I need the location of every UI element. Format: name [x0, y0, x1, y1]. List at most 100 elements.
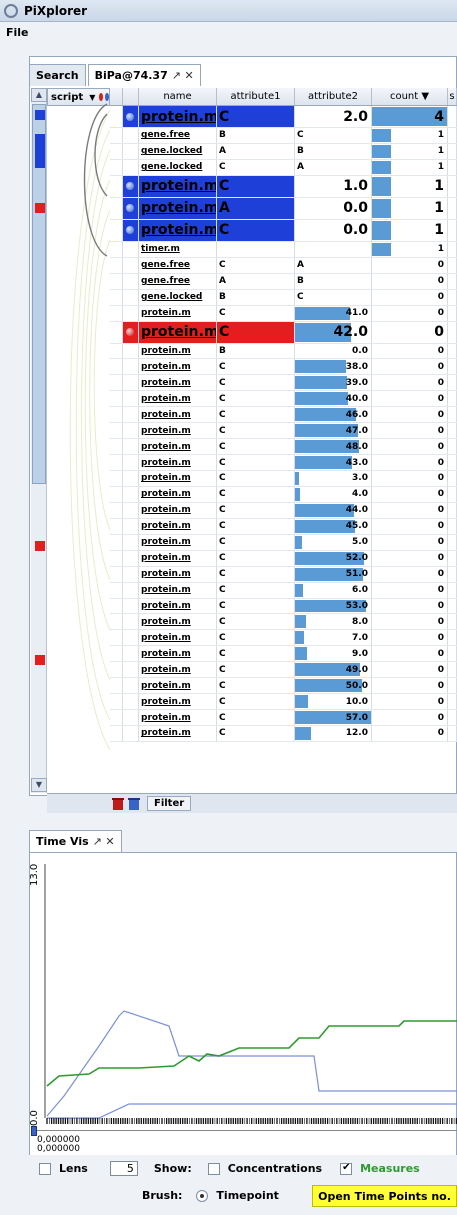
- row-red-select-cell[interactable]: [110, 391, 123, 407]
- table-row[interactable]: protein.m C 9.0 0: [110, 646, 457, 663]
- tab-bipa[interactable]: BiPa@74.37 ↗ ✕: [87, 64, 201, 86]
- table-row[interactable]: protein.m C 50.0 0: [110, 678, 457, 695]
- table-row[interactable]: gene.locked A B 1: [110, 143, 457, 160]
- row-red-select-cell[interactable]: [110, 455, 123, 470]
- table-row[interactable]: protein.m C 52.0 0: [110, 550, 457, 567]
- row-blue-select-cell[interactable]: [123, 391, 139, 407]
- row-red-select-cell[interactable]: [110, 486, 123, 502]
- table-row[interactable]: protein.m C 40.0 0: [110, 391, 457, 408]
- table-row[interactable]: protein.m C 2.0 4: [110, 106, 457, 128]
- filter-button[interactable]: Filter: [147, 796, 192, 811]
- row-blue-select-cell[interactable]: [123, 726, 139, 741]
- table-row[interactable]: protein.m C 44.0 0: [110, 502, 457, 519]
- table-row[interactable]: protein.m C 46.0 0: [110, 407, 457, 424]
- row-blue-select-cell[interactable]: [123, 289, 139, 305]
- table-row[interactable]: gene.free C A 0: [110, 257, 457, 274]
- table-row[interactable]: gene.free B C 1: [110, 128, 457, 144]
- table-row[interactable]: protein.m C 41.0 0: [110, 305, 457, 322]
- table-row[interactable]: protein.m C 1.0 1: [110, 175, 457, 198]
- table-row[interactable]: protein.m C 6.0 0: [110, 582, 457, 599]
- col-attribute2-header[interactable]: attribute2: [295, 88, 372, 105]
- row-red-select-cell[interactable]: [110, 598, 123, 614]
- row-red-select-cell[interactable]: [110, 343, 123, 359]
- table-row[interactable]: gene.locked B C 0: [110, 289, 457, 306]
- row-red-select-cell[interactable]: [110, 614, 123, 630]
- lens-spinner[interactable]: 5: [109, 1161, 138, 1176]
- scroll-down-icon[interactable]: ▼: [31, 778, 47, 792]
- table-row[interactable]: protein.m C 49.0 0: [110, 662, 457, 679]
- time-series-chart[interactable]: 13.0 0.0: [29, 856, 457, 1126]
- table-row[interactable]: gene.locked C A 1: [110, 159, 457, 176]
- row-blue-select-cell[interactable]: [123, 471, 139, 486]
- table-row[interactable]: protein.m C 3.0 0: [110, 471, 457, 487]
- row-red-select-cell[interactable]: [110, 359, 123, 375]
- tab-search[interactable]: Search: [29, 64, 86, 86]
- tab-time-vis[interactable]: Time Vis ↗ ✕: [29, 830, 122, 852]
- table-row[interactable]: protein.m C 12.0 0: [110, 726, 457, 742]
- table-row[interactable]: protein.m B 0.0 0: [110, 343, 457, 360]
- table-row[interactable]: gene.free A B 0: [110, 273, 457, 290]
- row-red-select-cell[interactable]: [110, 582, 123, 598]
- row-red-select-cell[interactable]: [110, 257, 123, 273]
- row-blue-select-cell[interactable]: [123, 128, 139, 143]
- table-row[interactable]: protein.m C 57.0 0: [110, 710, 457, 726]
- col-blue-dot-header[interactable]: [123, 88, 139, 105]
- trash-blue-icon[interactable]: [127, 797, 141, 811]
- row-red-select-cell[interactable]: [110, 630, 123, 646]
- open-time-points-button[interactable]: Open Time Points no.: [312, 1185, 457, 1207]
- row-red-select-cell[interactable]: [110, 710, 123, 725]
- row-red-select-cell[interactable]: [110, 321, 123, 343]
- row-red-select-cell[interactable]: [110, 289, 123, 305]
- row-blue-select-cell[interactable]: [123, 159, 139, 175]
- row-red-select-cell[interactable]: [110, 241, 123, 257]
- table-row[interactable]: protein.m C 38.0 0: [110, 359, 457, 376]
- row-red-select-cell[interactable]: [110, 726, 123, 741]
- row-blue-select-cell[interactable]: [123, 678, 139, 694]
- row-blue-select-cell[interactable]: [123, 219, 139, 241]
- table-row[interactable]: protein.m C 5.0 0: [110, 534, 457, 551]
- row-blue-select-cell[interactable]: [123, 630, 139, 646]
- row-blue-select-cell[interactable]: [123, 710, 139, 725]
- row-red-select-cell[interactable]: [110, 143, 123, 159]
- scroll-up-icon[interactable]: ▲: [31, 88, 47, 102]
- row-red-select-cell[interactable]: [110, 273, 123, 289]
- row-blue-select-cell[interactable]: [123, 486, 139, 502]
- measures-checkbox[interactable]: [340, 1162, 353, 1175]
- row-blue-select-cell[interactable]: [123, 407, 139, 423]
- table-row[interactable]: protein.m C 47.0 0: [110, 423, 457, 440]
- col-name-header[interactable]: name: [139, 88, 217, 105]
- row-blue-select-cell[interactable]: [123, 197, 139, 219]
- row-blue-select-cell[interactable]: [123, 614, 139, 630]
- timepoint-radio[interactable]: [196, 1189, 209, 1202]
- row-red-select-cell[interactable]: [110, 518, 123, 534]
- row-blue-select-cell[interactable]: [123, 534, 139, 550]
- menu-file[interactable]: File: [6, 26, 29, 39]
- row-red-select-cell[interactable]: [110, 128, 123, 143]
- row-red-select-cell[interactable]: [110, 305, 123, 321]
- row-red-select-cell[interactable]: [110, 423, 123, 439]
- row-blue-select-cell[interactable]: [123, 375, 139, 391]
- col-extra-header[interactable]: s: [448, 88, 457, 105]
- row-blue-select-cell[interactable]: [123, 321, 139, 343]
- table-row[interactable]: timer.m 1: [110, 241, 457, 258]
- table-row[interactable]: protein.m C 7.0 0: [110, 630, 457, 647]
- row-blue-select-cell[interactable]: [123, 257, 139, 273]
- col-attribute1-header[interactable]: attribute1: [217, 88, 295, 105]
- row-blue-select-cell[interactable]: [123, 550, 139, 566]
- table-row[interactable]: protein.m C 48.0 0: [110, 439, 457, 456]
- row-red-select-cell[interactable]: [110, 678, 123, 694]
- table-row[interactable]: protein.m C 4.0 0: [110, 486, 457, 503]
- table-row[interactable]: protein.m C 51.0 0: [110, 566, 457, 583]
- col-red-dot-header[interactable]: [110, 88, 123, 105]
- row-blue-select-cell[interactable]: [123, 439, 139, 455]
- row-blue-select-cell[interactable]: [123, 518, 139, 534]
- table-row[interactable]: protein.m C 53.0 0: [110, 598, 457, 615]
- tab-controls-icon[interactable]: ↗ ✕: [93, 835, 115, 848]
- tab-controls-icon[interactable]: ↗ ✕: [172, 69, 194, 82]
- col-count-header[interactable]: count ▼: [372, 88, 448, 105]
- row-red-select-cell[interactable]: [110, 407, 123, 423]
- row-blue-select-cell[interactable]: [123, 502, 139, 518]
- table-row[interactable]: protein.m A 0.0 1: [110, 197, 457, 220]
- concentrations-checkbox[interactable]: [207, 1162, 220, 1175]
- row-blue-select-cell[interactable]: [123, 455, 139, 470]
